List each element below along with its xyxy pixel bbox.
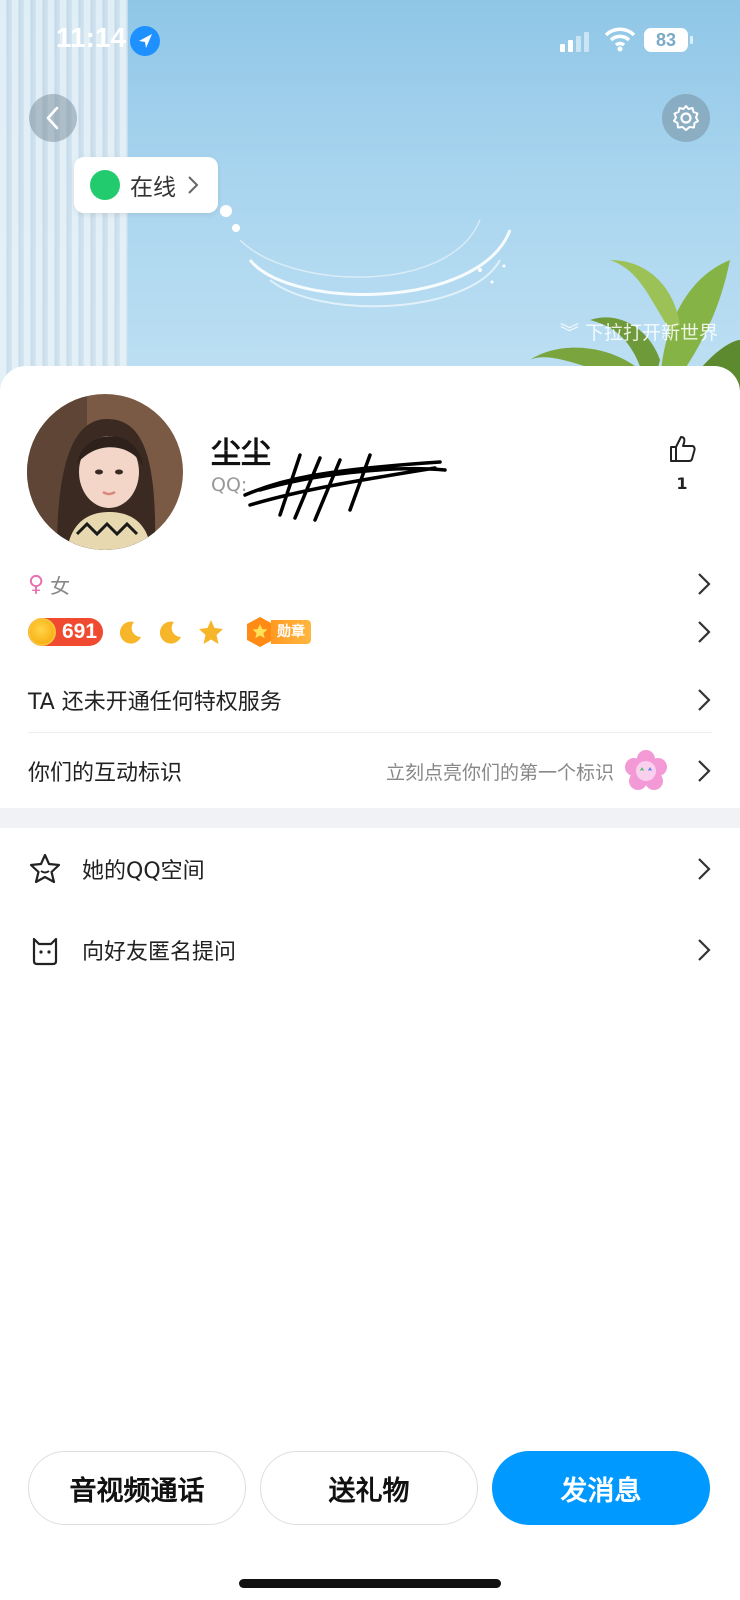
menu-item-label: 向好友匿名提问 bbox=[82, 940, 237, 965]
online-status-text: 在线 bbox=[130, 175, 176, 201]
send-message-button[interactable]: 发消息 bbox=[492, 1451, 710, 1525]
thought-bubble-dot bbox=[232, 224, 240, 232]
location-arrow-icon bbox=[130, 26, 160, 56]
battery-indicator: 83 bbox=[644, 28, 693, 52]
home-indicator[interactable] bbox=[239, 1579, 501, 1588]
interaction-mark-row[interactable]: 你们的互动标识 立刻点亮你们的第一个标识 bbox=[28, 742, 712, 800]
level-value: 691 bbox=[62, 620, 98, 643]
online-status-pill[interactable]: 在线 bbox=[74, 157, 218, 213]
chevron-right-icon bbox=[698, 760, 711, 782]
wifi-icon bbox=[604, 27, 636, 52]
gender-row[interactable]: ♀ 女 bbox=[28, 564, 712, 604]
chevron-right-icon bbox=[698, 858, 711, 880]
like-count: 1 bbox=[676, 474, 688, 493]
star-face-icon bbox=[28, 852, 62, 886]
status-time: 11:14 bbox=[56, 22, 127, 53]
star-icon bbox=[199, 620, 224, 644]
moon-icon bbox=[119, 621, 142, 644]
settings-button[interactable] bbox=[662, 94, 710, 142]
level-badge: 691 bbox=[28, 618, 104, 646]
menu-item-anonymous-question[interactable]: 向好友匿名提问 bbox=[28, 915, 712, 985]
menu-item-qzone[interactable]: 她的QQ空间 bbox=[28, 834, 712, 904]
privilege-text: TA 还未开通任何特权服务 bbox=[28, 690, 282, 715]
gender-text: 女 bbox=[50, 573, 71, 598]
interaction-hint: 立刻点亮你们的第一个标识 bbox=[385, 761, 614, 784]
redaction-scribble bbox=[243, 453, 447, 522]
medal-label: 勋章 bbox=[271, 620, 312, 644]
female-icon: ♀ bbox=[28, 571, 45, 597]
thought-bubble-dot bbox=[220, 205, 232, 217]
profile-card: 尘尘 QQ: 1 ♀ 女 691 勋章 TA 还未开通任何特权服务 你们的互动标… bbox=[0, 366, 740, 1600]
chevron-right-icon bbox=[698, 689, 711, 711]
status-bar: 11:14 83 bbox=[0, 0, 740, 84]
chevron-right-icon bbox=[188, 176, 199, 194]
cat-icon bbox=[28, 933, 62, 967]
moon-icon bbox=[159, 621, 182, 644]
send-gift-button[interactable]: 送礼物 bbox=[260, 1451, 478, 1525]
section-separator bbox=[0, 808, 740, 828]
privilege-row[interactable]: TA 还未开通任何特权服务 bbox=[28, 672, 712, 728]
thumbs-up-icon bbox=[670, 436, 696, 462]
medal-badge: 勋章 bbox=[245, 616, 312, 648]
audio-video-call-button[interactable]: 音视频通话 bbox=[28, 1451, 246, 1525]
sun-coin-icon bbox=[28, 618, 56, 646]
back-button[interactable] bbox=[29, 94, 77, 142]
divider bbox=[28, 732, 712, 733]
flower-icon bbox=[625, 750, 667, 790]
sparkle-swirl-decoration bbox=[239, 219, 512, 308]
pull-down-hint: ︾ 下拉打开新世界 bbox=[560, 318, 718, 345]
chevron-right-icon bbox=[698, 939, 711, 961]
profile-banner[interactable]: ︾ 下拉打开新世界 11:14 83 在线 bbox=[0, 0, 740, 400]
online-dot-icon bbox=[90, 170, 120, 200]
avatar[interactable] bbox=[27, 394, 183, 550]
level-row[interactable]: 691 勋章 bbox=[28, 610, 712, 654]
cellular-signal-icon bbox=[560, 30, 589, 52]
chevron-left-icon bbox=[46, 106, 59, 130]
chevron-right-icon bbox=[698, 621, 711, 643]
double-chevron-down-icon: ︾ bbox=[559, 322, 579, 344]
menu-item-label: 她的QQ空间 bbox=[82, 859, 205, 884]
chevron-right-icon bbox=[698, 573, 711, 595]
interaction-label: 你们的互动标识 bbox=[28, 761, 183, 786]
like-button[interactable]: 1 bbox=[664, 434, 700, 493]
gear-icon bbox=[673, 105, 699, 131]
pull-hint-text: 下拉打开新世界 bbox=[584, 322, 718, 344]
